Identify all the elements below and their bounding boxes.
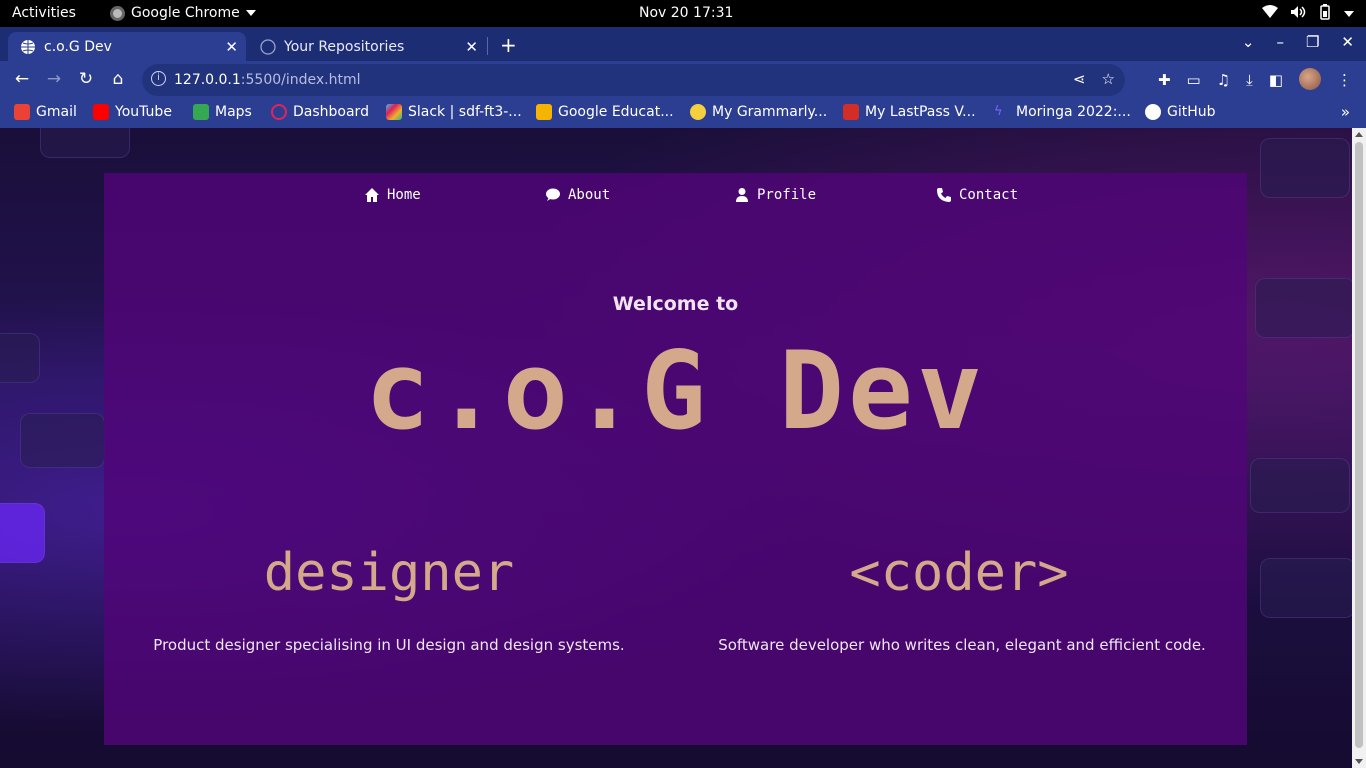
chevron-down-icon [1344,11,1354,17]
designer-description: Product designer specialising in UI desi… [153,636,625,654]
url-text[interactable]: 127.0.0.1:5500/index.html [174,72,361,88]
reload-icon[interactable]: ↻ [75,69,97,89]
tab-title: c.o.G Dev [44,38,112,55]
grammarly-icon [690,104,706,120]
moringa-icon: ϟ [994,104,1003,119]
info-icon[interactable]: i [151,71,166,86]
bookmark-maps[interactable]: Maps [193,104,252,120]
bookmark-google-education[interactable]: Google Educat... [536,104,674,120]
globe-icon [20,39,36,55]
share-icon[interactable]: ⋖ [1073,70,1086,88]
close-icon[interactable]: ✕ [225,38,238,56]
scroll-down-icon[interactable] [1355,759,1363,764]
background-key [1250,458,1350,513]
star-icon[interactable]: ☆ [1102,70,1115,88]
site-nav: Home About Profile Contact [104,187,1247,207]
bookmark-gmail[interactable]: Gmail [14,104,77,120]
background-key [1255,278,1352,338]
google-classroom-icon [536,104,552,120]
minimize-icon[interactable]: – [1276,33,1284,51]
chevron-right-icon[interactable]: » [1341,103,1350,121]
tab-title: Your Repositories [284,38,405,55]
bookmark-github[interactable]: GitHub [1145,104,1216,120]
side-panel-icon[interactable]: ◧ [1269,71,1283,89]
toolbar-actions: ✚ ▭ ♫ ⤓ ◧ ⋮ [1158,68,1352,90]
background-key [0,333,40,383]
close-icon[interactable]: ✕ [465,38,478,56]
bookmark-youtube[interactable]: YouTube [93,104,172,120]
background-key [0,503,45,563]
app-name: Google Chrome [131,5,240,21]
chrome-icon [110,5,125,21]
extensions-icon[interactable]: ✚ [1158,71,1171,89]
background-key [1260,138,1350,198]
github-icon [1145,104,1161,120]
tab-active[interactable]: c.o.G Dev ✕ [8,32,246,61]
cast-icon[interactable]: ▭ [1187,71,1201,89]
scrollbar-thumb[interactable] [1355,142,1363,748]
nav-contact[interactable]: Contact [936,187,1018,203]
maximize-icon[interactable]: ❐ [1306,33,1319,51]
new-tab-button[interactable]: + [500,33,517,57]
github-icon [260,38,276,55]
volume-icon [1290,5,1306,23]
nav-home[interactable]: Home [364,187,421,203]
browser-toolbar: ← → ↻ ⌂ i 127.0.0.1:5500/index.html ⋖ ☆ … [0,61,1366,98]
activities-button[interactable]: Activities [12,5,76,21]
comment-icon [546,188,560,201]
battery-icon [1318,4,1332,24]
system-tray[interactable] [1262,4,1354,24]
tab-inactive[interactable]: Your Repositories ✕ [248,32,486,61]
scroll-up-icon[interactable] [1355,132,1363,137]
background-key [40,128,130,158]
maps-icon [193,104,209,120]
clock[interactable]: Nov 20 17:31 [639,5,733,21]
coder-description: Software developer who writes clean, ele… [718,636,1206,654]
window-controls: ⌄ – ❐ ✕ [1242,33,1354,51]
tab-strip: c.o.G Dev ✕ Your Repositories ✕ + ⌄ – ❐ … [0,27,1366,61]
phone-icon [937,188,951,202]
back-icon[interactable]: ← [11,69,33,89]
coder-heading: <coder> [849,543,1069,603]
download-icon[interactable]: ⤓ [1246,71,1253,89]
nav-about[interactable]: About [545,187,610,203]
tab-separator [487,37,488,55]
bookmarks-bar: Gmail YouTube Maps Dashboard Slack | sdf… [0,98,1366,128]
app-menu[interactable]: Google Chrome [110,5,256,21]
home-icon[interactable]: ⌂ [107,69,129,89]
bookmark-grammarly[interactable]: My Grammarly... [690,104,827,120]
designer-heading: designer [263,543,515,603]
hero-panel: Home About Profile Contact Welcome to c.… [104,173,1247,745]
youtube-icon [93,104,109,120]
forward-icon[interactable]: → [43,69,65,89]
page-viewport: Home About Profile Contact Welcome to c.… [0,128,1352,768]
slack-icon [386,104,402,120]
brand-title: c.o.G Dev [364,329,987,454]
avatar[interactable] [1299,68,1321,90]
bookmark-lastpass[interactable]: My LastPass V... [843,104,976,120]
bookmark-slack[interactable]: Slack | sdf-ft3-... [386,104,522,120]
welcome-text: Welcome to [612,293,739,315]
nav-profile[interactable]: Profile [734,187,816,203]
bookmark-dashboard[interactable]: Dashboard [271,104,369,120]
lastpass-icon [843,104,859,120]
vertical-scrollbar[interactable] [1352,128,1366,768]
gmail-icon [14,104,30,120]
wifi-icon [1262,5,1278,23]
background-key [20,413,105,468]
address-bar[interactable]: i 127.0.0.1:5500/index.html ⋖ ☆ [142,64,1125,96]
home-icon [365,188,379,202]
menu-icon[interactable]: ⋮ [1337,71,1352,89]
background-key [1260,558,1352,618]
tab-search-icon[interactable]: ⌄ [1242,33,1255,51]
chevron-down-icon [245,10,256,16]
media-icon[interactable]: ♫ [1217,71,1230,89]
bookmark-moringa[interactable]: ϟ Moringa 2022:... [994,104,1131,120]
user-icon [736,188,748,202]
close-window-icon[interactable]: ✕ [1341,33,1354,51]
dashboard-icon [271,104,287,120]
system-top-bar: Activities Google Chrome Nov 20 17:31 [0,0,1366,27]
